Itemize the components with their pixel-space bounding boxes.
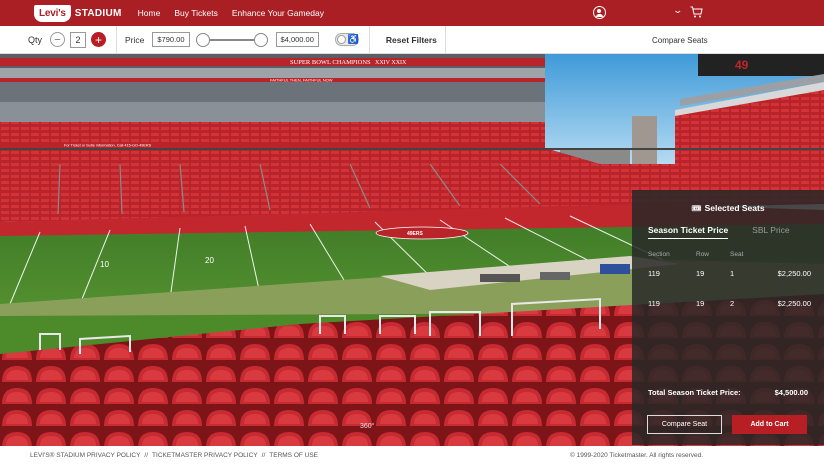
tab-sbl-price[interactable]: SBL Price: [752, 225, 789, 239]
filter-bar: Qty − 2 + Price $790.00 $4,000.00 ♿ Rese…: [0, 25, 824, 54]
seat-number: 2: [730, 298, 735, 308]
col-row: Row: [696, 251, 710, 258]
panel-title: Selected Seats: [704, 203, 765, 213]
quantity-stepper: − 2 +: [50, 31, 107, 48]
seat-row[interactable]: 119 19 2 $2,250.00: [648, 288, 824, 318]
qty-decrease-button[interactable]: −: [50, 32, 66, 47]
seat-number: 1: [730, 268, 735, 278]
slider-min-handle[interactable]: [195, 32, 210, 47]
wheelchair-icon: ♿: [347, 34, 360, 44]
accessible-seating-toggle[interactable]: ♿: [334, 33, 360, 46]
price-tabs: Season Ticket Price SBL Price: [648, 225, 824, 239]
seat-row-number: 19: [696, 268, 705, 278]
ticket-info-banner: For Ticket or Suite information, Call 41…: [64, 144, 152, 148]
yard-marker-20: 20: [205, 256, 214, 265]
divider: [116, 25, 118, 54]
tab-season-ticket-price[interactable]: Season Ticket Price: [648, 225, 729, 239]
compare-seat-button[interactable]: Compare Seat: [647, 415, 722, 434]
qty-increase-button[interactable]: +: [91, 32, 107, 47]
levis-stadium-logo[interactable]: Levi's STADIUM: [34, 3, 122, 23]
faithful-text: FAITHFUL THEN, FAITHFUL NOW: [270, 78, 333, 83]
nav-enhance-gameday[interactable]: Enhance Your Gameday: [232, 8, 324, 18]
total-price: Total Season Ticket Price: $4,500.00: [648, 388, 808, 397]
divider: [444, 25, 446, 54]
yard-marker-10: 10: [100, 260, 109, 269]
seat-row[interactable]: 119 19 1 $2,250.00: [648, 258, 824, 288]
col-price: [765, 251, 811, 258]
midfield-logo: 49ERS: [407, 231, 424, 237]
stadium-privacy-link[interactable]: LEVI'S® STADIUM PRIVACY POLICY: [30, 452, 140, 459]
chevron-down-icon[interactable]: ⌄: [672, 5, 683, 16]
banner-text: SUPER BOWL CHAMPIONS: [290, 59, 371, 66]
price-label: Price: [125, 34, 145, 45]
selected-seats-panel: 🎟 Selected Seats Season Ticket Price SBL …: [632, 190, 824, 445]
reset-filters-button[interactable]: Reset Filters: [378, 35, 445, 45]
total-value: $4,500.00: [774, 388, 808, 397]
price-max-input[interactable]: $4,000.00: [275, 32, 319, 47]
nav-buy-tickets[interactable]: Buy Tickets: [174, 8, 217, 18]
qty-value[interactable]: 2: [70, 31, 87, 48]
col-section: Section: [648, 251, 670, 258]
seat-price: $2,250.00: [777, 268, 811, 278]
seat-section: 119: [648, 268, 660, 278]
price-range-slider[interactable]: [195, 32, 268, 47]
ticket-icon: 🎟: [691, 204, 702, 213]
qty-label: Qty: [28, 34, 43, 45]
cart-icon[interactable]: [690, 6, 703, 18]
toggle-knob: [336, 35, 346, 44]
seat-section: 119: [648, 298, 660, 308]
footer-separator: //: [144, 452, 149, 459]
footer-separator: //: [261, 452, 266, 459]
logo-text: STADIUM: [74, 7, 122, 19]
terms-of-use-link[interactable]: TERMS OF USE: [269, 452, 318, 459]
panel-header: 🎟 Selected Seats: [632, 203, 824, 213]
user-account-icon[interactable]: [593, 6, 606, 19]
copyright: © 1999-2020 Ticketmaster. All rights res…: [570, 452, 704, 459]
compare-seats-link[interactable]: Compare Seats: [652, 36, 708, 45]
scoreboard-logo: 49: [735, 58, 749, 72]
logo-badge: Levi's: [34, 4, 71, 22]
top-nav: Levi's STADIUM Home Buy Tickets Enhance …: [0, 0, 824, 26]
nav-home[interactable]: Home: [138, 8, 161, 18]
footer-links: LEVI'S® STADIUM PRIVACY POLICY // TICKET…: [30, 452, 318, 459]
total-label: Total Season Ticket Price:: [648, 388, 741, 397]
footer: LEVI'S® STADIUM PRIVACY POLICY // TICKET…: [0, 446, 824, 464]
seat-table-header: Section Row Seat: [648, 251, 824, 258]
divider: [368, 25, 370, 54]
ticketmaster-privacy-link[interactable]: TICKETMASTER PRIVACY POLICY: [152, 452, 258, 459]
360-view-badge: 360°: [360, 422, 375, 430]
banner-years: XXIV XXIX: [375, 60, 407, 66]
nav-links: Home Buy Tickets Enhance Your Gameday: [138, 8, 324, 18]
seat-price: $2,250.00: [777, 298, 811, 308]
slider-max-handle[interactable]: [253, 32, 268, 47]
price-min-input[interactable]: $790.00: [152, 32, 190, 47]
seat-row-number: 19: [696, 298, 705, 308]
col-seat: Seat: [730, 251, 744, 258]
add-to-cart-button[interactable]: Add to Cart: [732, 415, 807, 434]
